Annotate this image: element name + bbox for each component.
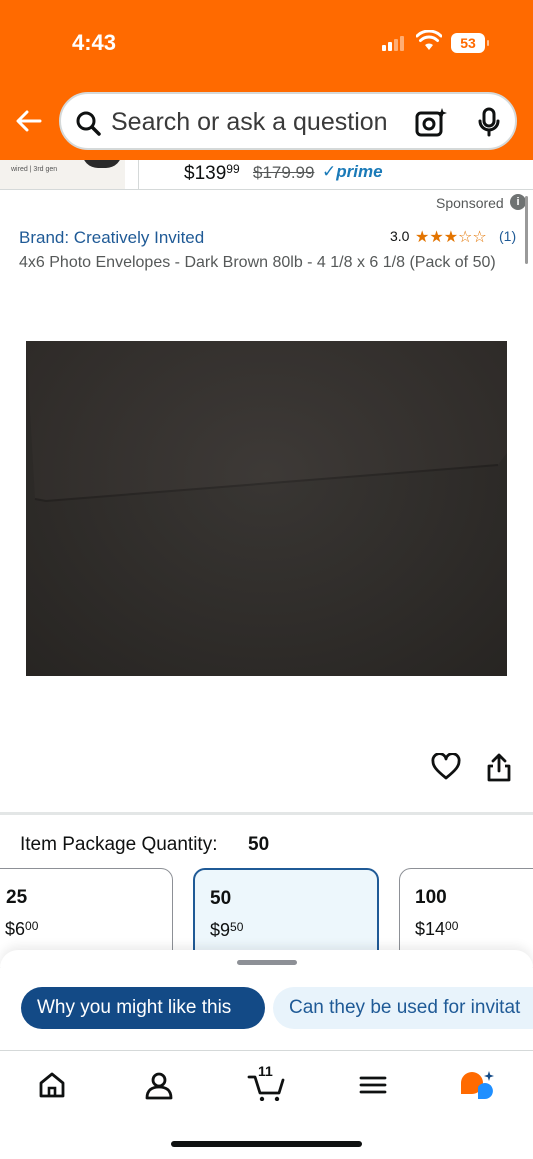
- quantity-option-count: 100: [415, 887, 447, 908]
- product-title: 4x6 Photo Envelopes - Dark Brown 80lb - …: [19, 254, 496, 271]
- section-divider: [0, 812, 533, 815]
- battery-icon: 53: [451, 33, 489, 53]
- share-icon[interactable]: [486, 752, 512, 782]
- microphone-icon[interactable]: [475, 107, 503, 137]
- cart-count-badge: 11: [258, 1063, 273, 1079]
- price-whole: 6: [15, 919, 26, 939]
- quantity-option-count: 50: [210, 888, 232, 909]
- home-icon[interactable]: [36, 1069, 68, 1101]
- search-bar[interactable]: Search or ask a question: [59, 92, 517, 150]
- suggestions-sheet: Why you might like this Can they be used…: [0, 950, 533, 1050]
- ad-divider: [138, 160, 139, 189]
- quantity-option-price: $1400: [415, 919, 459, 939]
- price-whole: 9: [220, 920, 231, 940]
- product-image[interactable]: [26, 341, 507, 676]
- price-fraction: 50: [230, 920, 244, 934]
- sponsored-ad-strip[interactable]: wired | 3rd gen $13999 $179.99 ✓prime: [0, 160, 533, 190]
- ad-thumbnail-label: wired | 3rd gen: [11, 166, 58, 173]
- quantity-option-count: 25: [6, 887, 28, 908]
- ad-price: $13999: [184, 162, 240, 184]
- ad-price-whole: 139: [194, 163, 227, 184]
- rufus-assistant-icon[interactable]: [458, 1069, 496, 1101]
- rating-count-link[interactable]: (1): [499, 228, 516, 244]
- cellular-signal-icon: [382, 36, 404, 51]
- brand-link[interactable]: Brand: Creatively Invited: [19, 228, 204, 248]
- quantity-option-price: $950: [210, 920, 244, 940]
- rating-value: 3.0: [390, 228, 410, 244]
- account-icon[interactable]: [143, 1069, 175, 1101]
- prime-badge: ✓prime: [322, 162, 383, 181]
- quantity-option-price: $600: [5, 919, 39, 939]
- sponsored-label: Sponsored: [436, 195, 504, 211]
- search-icon: [76, 111, 101, 136]
- wifi-icon: [416, 30, 442, 50]
- ad-device-image: [82, 160, 122, 168]
- back-arrow-icon[interactable]: [14, 106, 44, 136]
- price-fraction: 00: [25, 919, 39, 933]
- heart-icon[interactable]: [431, 753, 461, 781]
- quantity-label: Item Package Quantity:: [20, 834, 218, 855]
- ad-list-price: $179.99: [253, 163, 315, 182]
- price-whole: 14: [425, 919, 446, 939]
- scrollbar[interactable]: [525, 196, 528, 264]
- info-icon[interactable]: i: [510, 194, 526, 210]
- sheet-drag-handle[interactable]: [237, 960, 297, 965]
- menu-icon[interactable]: [357, 1069, 389, 1101]
- quantity-selected-value: 50: [248, 834, 270, 855]
- star-rating-icon[interactable]: ★★★☆☆: [415, 227, 487, 247]
- search-input[interactable]: Search or ask a question: [111, 108, 388, 137]
- app-header: 4:43 53 Search or ask a question: [0, 0, 533, 160]
- ad-price-fraction: 99: [226, 162, 240, 176]
- envelope-shading: [26, 341, 507, 676]
- price-fraction: 00: [445, 919, 459, 933]
- prime-label: prime: [336, 162, 383, 181]
- home-indicator[interactable]: [171, 1141, 362, 1147]
- camera-search-icon[interactable]: [414, 106, 448, 138]
- suggestion-chip-invitations[interactable]: Can they be used for invitat: [273, 987, 533, 1029]
- status-time: 4:43: [72, 30, 117, 55]
- suggestion-chip-why-like[interactable]: Why you might like this: [21, 987, 265, 1029]
- ad-product-thumbnail[interactable]: wired | 3rd gen: [0, 160, 125, 189]
